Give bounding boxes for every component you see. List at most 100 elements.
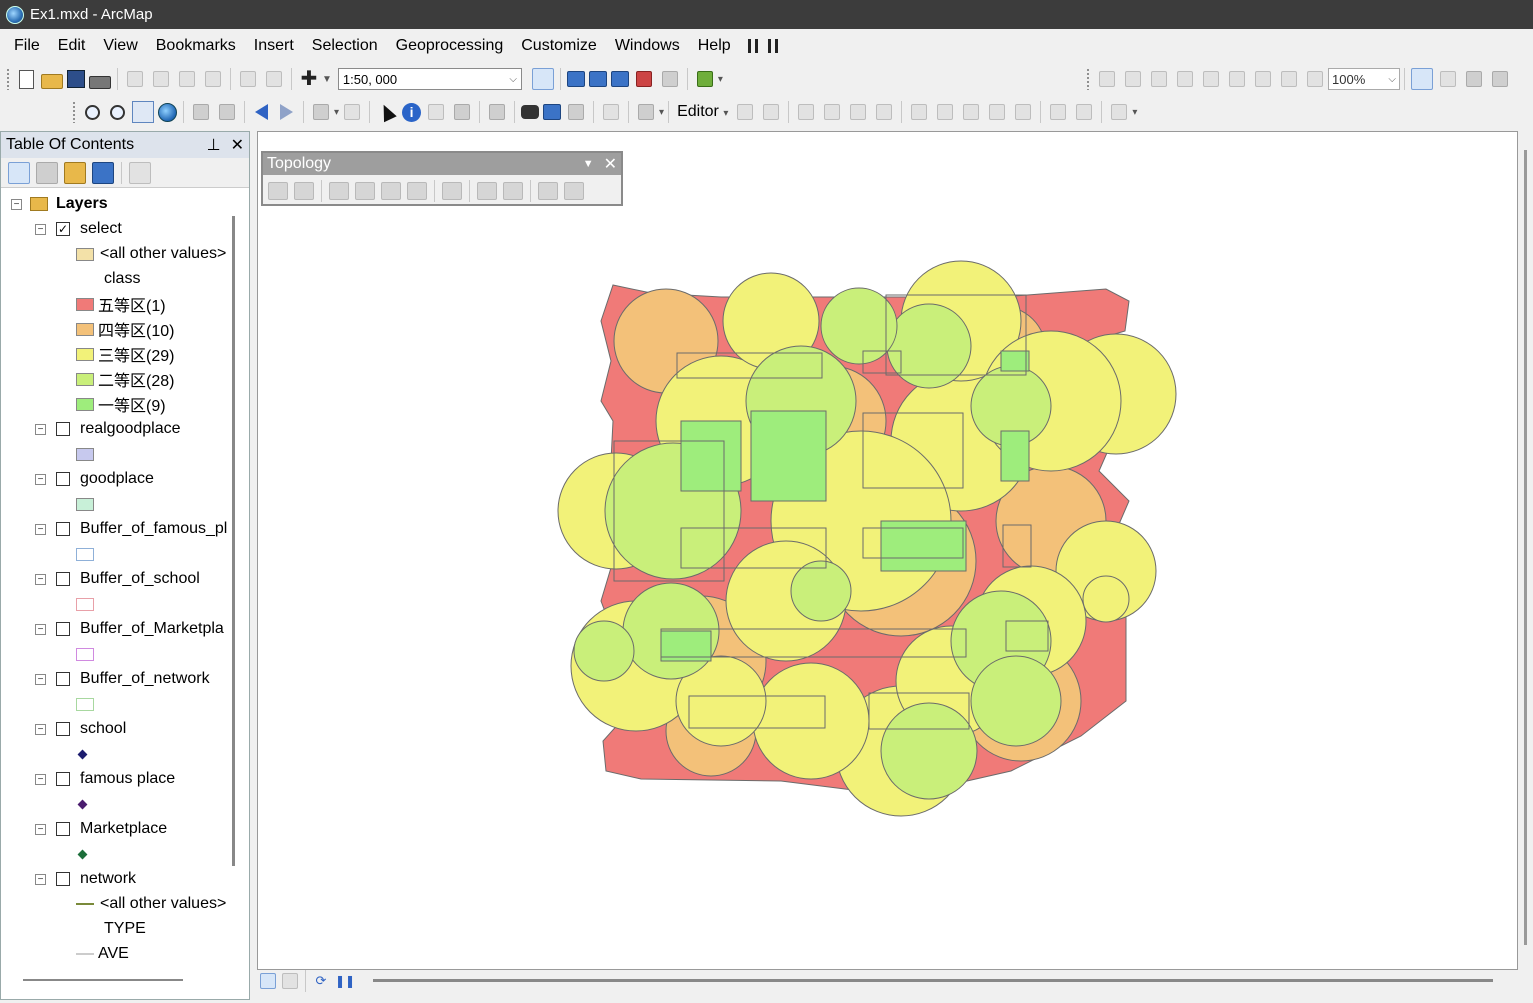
legend-item[interactable] xyxy=(77,742,88,766)
legend-item[interactable] xyxy=(76,692,94,716)
topology-edit-tool-icon[interactable] xyxy=(329,181,349,200)
legend-item[interactable]: 五等区(1) xyxy=(76,292,166,316)
find-binoculars-icon[interactable] xyxy=(521,105,540,119)
fixed-zoom-in-icon[interactable] xyxy=(1229,71,1245,87)
data-view-icon[interactable] xyxy=(260,973,276,989)
toolbar-options-icon[interactable]: ▾ xyxy=(718,74,723,85)
zoom-whole-page-icon[interactable] xyxy=(1177,71,1193,87)
back-extent-icon[interactable] xyxy=(255,104,268,120)
layer-row-buffer-of-school[interactable]: − Buffer_of_school xyxy=(35,567,200,591)
open-folder-icon[interactable] xyxy=(41,73,63,89)
reshape-feature-icon[interactable] xyxy=(937,104,954,120)
select-features-icon[interactable] xyxy=(313,104,329,120)
split-tool-icon[interactable] xyxy=(989,104,1006,120)
menu-customize[interactable]: Customize xyxy=(512,37,606,55)
map-vertical-scrollbar[interactable] xyxy=(1524,150,1527,945)
collapse-icon[interactable]: − xyxy=(35,223,46,235)
add-data-dropdown-icon[interactable]: ▼ xyxy=(322,74,332,85)
data-driven-pages-icon[interactable] xyxy=(1492,71,1508,87)
undo-icon[interactable] xyxy=(240,71,256,87)
menu-windows[interactable]: Windows xyxy=(606,37,689,55)
layer-visibility-checkbox[interactable] xyxy=(56,872,70,886)
fixed-zoom-out-icon[interactable] xyxy=(1255,71,1271,87)
collapse-icon[interactable]: − xyxy=(35,873,46,885)
collapse-icon[interactable]: − xyxy=(35,623,46,635)
identify-icon[interactable]: i xyxy=(402,102,422,122)
map-scale-combobox[interactable]: 1:50, 000 ⌵ xyxy=(337,68,522,90)
zoom-in-icon[interactable] xyxy=(85,104,100,120)
legend-item[interactable] xyxy=(77,842,88,866)
straight-segment-icon[interactable] xyxy=(798,104,815,120)
layer-visibility-checkbox[interactable] xyxy=(56,772,70,786)
layer-visibility-checkbox[interactable] xyxy=(56,572,70,586)
toolbar-handle[interactable] xyxy=(1086,68,1090,90)
toggle-draft-mode-icon[interactable] xyxy=(1411,68,1433,90)
find-route-icon[interactable] xyxy=(543,104,562,120)
topology-toolbar-title-bar[interactable]: Topology ▼ ✕ xyxy=(263,153,621,175)
legend-item[interactable]: 三等区(29) xyxy=(76,342,174,366)
legend-item[interactable]: 二等区(28) xyxy=(76,367,174,391)
menu-file[interactable]: File xyxy=(5,37,49,55)
catalog-window-icon[interactable] xyxy=(588,71,607,87)
collapse-icon[interactable]: − xyxy=(11,198,22,210)
layout-pan-icon[interactable] xyxy=(1151,71,1167,87)
collapse-icon[interactable]: − xyxy=(35,523,46,535)
map-canvas[interactable] xyxy=(258,132,1517,969)
select-topology-icon[interactable] xyxy=(268,181,288,200)
list-by-visibility-icon[interactable] xyxy=(64,161,86,184)
layer-visibility-checkbox[interactable]: ✓ xyxy=(56,222,70,236)
collapse-icon[interactable]: − xyxy=(35,773,46,785)
sketch-properties-icon[interactable] xyxy=(1076,104,1093,120)
layout-zoom-out-icon[interactable] xyxy=(1125,71,1141,87)
pin-icon[interactable]: ⊥ xyxy=(207,135,221,155)
map-horizontal-scrollbar[interactable] xyxy=(373,979,1493,982)
clear-selection-icon[interactable] xyxy=(344,104,361,120)
pause-drawing-icon[interactable]: ❚❚ xyxy=(335,973,355,989)
map-topology-icon[interactable] xyxy=(294,181,314,200)
menu-edit[interactable]: Edit xyxy=(49,37,95,55)
trace-icon[interactable] xyxy=(850,104,867,120)
layer-row-school[interactable]: − school xyxy=(35,717,126,741)
layer-visibility-checkbox[interactable] xyxy=(56,672,70,686)
fixed-zoom-out-icon[interactable] xyxy=(219,104,235,120)
zoom-out-icon[interactable] xyxy=(110,104,125,120)
html-popup-icon[interactable] xyxy=(454,104,471,120)
search-window-icon[interactable] xyxy=(610,71,629,87)
collapse-icon[interactable]: − xyxy=(35,823,46,835)
align-edge-icon[interactable] xyxy=(407,181,427,200)
change-layout-icon[interactable] xyxy=(1466,71,1482,87)
toolbar-handle[interactable] xyxy=(6,68,10,90)
select-dropdown-icon[interactable]: ▾ xyxy=(334,107,339,118)
copy-icon[interactable] xyxy=(153,71,169,87)
redo-icon[interactable] xyxy=(266,71,282,87)
new-document-icon[interactable] xyxy=(19,69,34,89)
legend-item[interactable]: AVE xyxy=(76,942,129,966)
end-point-arc-icon[interactable] xyxy=(824,104,841,120)
toolbar-options-icon[interactable]: ▾ xyxy=(1132,107,1137,118)
chevron-down-icon[interactable]: ▼ xyxy=(583,158,594,170)
legend-item[interactable]: 四等区(10) xyxy=(76,317,174,341)
layout-forward-icon[interactable] xyxy=(1307,71,1323,87)
save-icon[interactable] xyxy=(67,70,85,88)
focus-data-frame-icon[interactable] xyxy=(1440,71,1456,87)
modelbuilder-icon[interactable] xyxy=(696,71,713,87)
fixed-zoom-in-icon[interactable] xyxy=(193,104,209,120)
refresh-icon[interactable]: ⟳ xyxy=(313,973,329,989)
layer-row-goodplace[interactable]: − goodplace xyxy=(35,467,154,491)
modify-edge-icon[interactable] xyxy=(355,181,375,200)
collapse-icon[interactable]: − xyxy=(35,423,46,435)
edit-annotation-icon[interactable] xyxy=(763,104,780,120)
collapse-icon[interactable]: − xyxy=(35,473,46,485)
menu-view[interactable]: View xyxy=(94,37,146,55)
legend-item[interactable] xyxy=(76,642,94,666)
layer-visibility-checkbox[interactable] xyxy=(56,822,70,836)
menu-bookmarks[interactable]: Bookmarks xyxy=(147,37,245,55)
legend-item[interactable]: 一等区(9) xyxy=(76,392,166,416)
collapse-icon[interactable]: − xyxy=(35,723,46,735)
list-by-drawing-order-icon[interactable] xyxy=(8,161,30,184)
layout-view-icon[interactable] xyxy=(282,973,298,989)
pan-hand-icon[interactable] xyxy=(132,101,154,123)
chevron-down-icon[interactable]: ⌵ xyxy=(509,74,517,85)
legend-item[interactable] xyxy=(76,592,94,616)
layer-row-famous-place[interactable]: − famous place xyxy=(35,767,175,791)
